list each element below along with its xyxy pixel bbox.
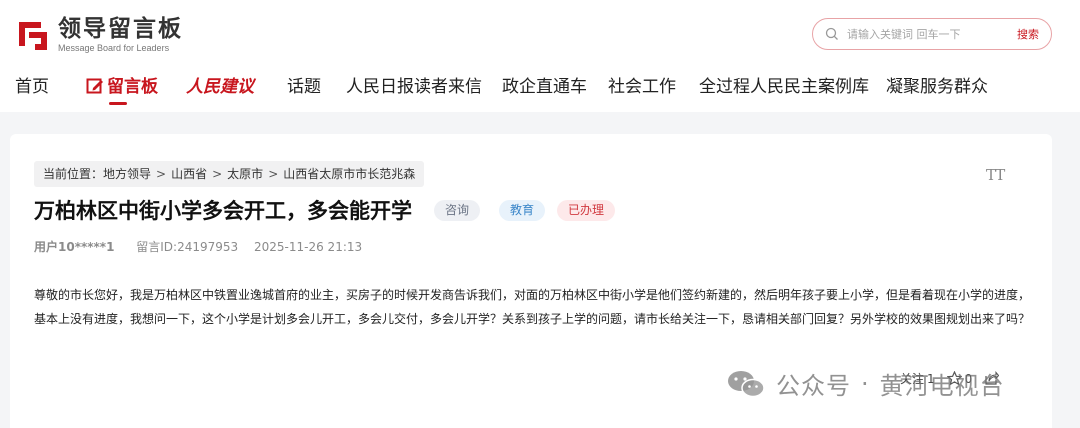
breadcrumb-separator: > xyxy=(156,167,167,181)
nav-item-home[interactable]: 首页 xyxy=(15,74,49,100)
nav-item-topics[interactable]: 话题 xyxy=(287,74,321,100)
logo-title: 领导留言板 xyxy=(58,16,183,42)
watermark: 公众号 · 黄河电视台 xyxy=(726,366,1005,401)
watermark-text-1: 公众号 xyxy=(776,372,851,400)
post-user: 用户10*****1 xyxy=(34,240,115,254)
status-badge: 已办理 xyxy=(557,200,616,221)
font-size-toggle-icon[interactable]: TT xyxy=(986,166,1005,184)
nav-item-readers-letters[interactable]: 人民日报读者来信 xyxy=(346,74,482,100)
wechat-icon xyxy=(728,370,765,397)
edit-icon xyxy=(86,78,103,94)
breadcrumb-item[interactable]: 地方领导 xyxy=(103,161,151,187)
tag-education: 教育 xyxy=(499,200,546,221)
logo-subtitle: Message Board for Leaders xyxy=(58,43,170,53)
tag-consult: 咨询 xyxy=(434,200,481,221)
breadcrumb-separator: > xyxy=(268,167,279,181)
watermark-text-2: 黄河电视台 xyxy=(879,372,1005,400)
nav-item-gov-enterprise[interactable]: 政企直通车 xyxy=(502,74,587,100)
post-meta: 用户10*****1 留言ID:24197953 2025-11-26 21:1… xyxy=(34,238,362,255)
search-button[interactable]: 搜索 xyxy=(1017,26,1039,42)
nav-item-message-board-label: 留言板 xyxy=(107,77,158,97)
breadcrumb-separator: > xyxy=(212,167,223,181)
post-title: 万柏林区中街小学多会开工，多会能开学 xyxy=(34,199,412,223)
nav-item-democracy-cases[interactable]: 全过程人民民主案例库 xyxy=(699,74,869,100)
main-nav: 首页 留言板 人民建议 话题 人民日报读者来信 政企直通车 社会工作 全过程人民… xyxy=(0,74,1080,104)
breadcrumb-item[interactable]: 太原市 xyxy=(227,161,263,187)
post-body: 尊敬的市长您好，我是万柏林区中铁置业逸城首府的业主，买房子的时候开发商告诉我们，… xyxy=(34,288,1031,326)
nav-item-peoples-suggestion[interactable]: 人民建议 xyxy=(186,74,254,100)
nav-item-message-board[interactable]: 留言板 xyxy=(86,74,158,100)
breadcrumb-item[interactable]: 山西省 xyxy=(171,161,207,187)
nav-active-indicator xyxy=(109,102,127,105)
watermark-dot: · xyxy=(861,369,870,398)
logo-mark-icon xyxy=(19,22,47,50)
breadcrumb: 当前位置： 地方领导 > 山西省 > 太原市 > 山西省太原市市长范兆森 xyxy=(34,161,425,187)
breadcrumb-prefix: 当前位置： xyxy=(43,167,104,181)
nav-item-social-work[interactable]: 社会工作 xyxy=(608,74,676,100)
search-box: 搜索 xyxy=(812,18,1052,50)
breadcrumb-item[interactable]: 山西省太原市市长范兆森 xyxy=(283,161,415,187)
message-id: 留言ID:24197953 xyxy=(136,240,239,254)
search-input[interactable] xyxy=(847,24,1007,44)
nav-item-serve-masses[interactable]: 凝聚服务群众 xyxy=(886,74,988,100)
logo[interactable]: 领导留言板 Message Board for Leaders xyxy=(16,16,183,54)
search-icon xyxy=(825,27,838,40)
top-header: 领导留言板 Message Board for Leaders 搜索 首页 留言… xyxy=(0,0,1080,112)
post-datetime: 2025-11-26 21:13 xyxy=(254,240,363,254)
